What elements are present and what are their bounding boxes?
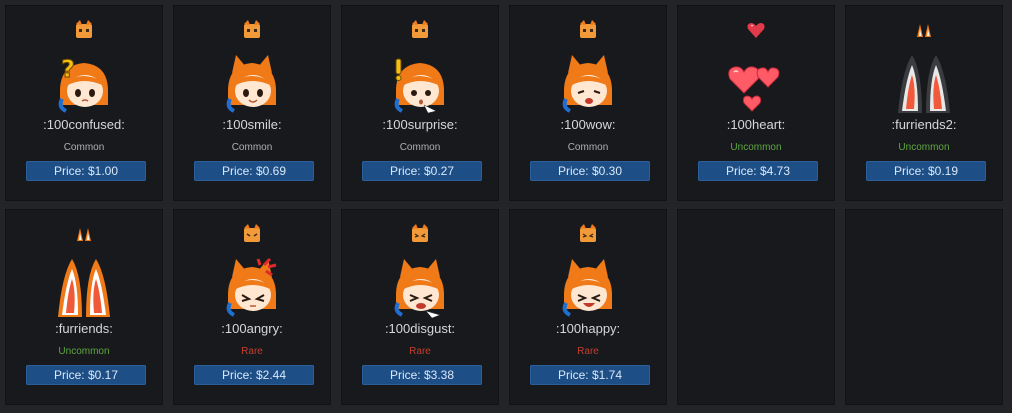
item-card[interactable]: :100angry: Rare Price: $2.44 <box>173 209 331 405</box>
face-thumbnail-icon <box>76 20 92 38</box>
face-thumbnail-icon <box>580 224 596 242</box>
happy-face-icon <box>562 259 612 317</box>
item-name: :100heart: <box>726 117 786 132</box>
item-rarity: Common <box>63 142 105 153</box>
item-name: :100wow: <box>560 117 616 132</box>
empty-slot <box>845 209 1003 405</box>
heart-thumbnail-icon <box>747 23 765 38</box>
face-thumbnail-icon <box>244 20 260 38</box>
price-button[interactable]: Price: $0.30 <box>530 161 650 181</box>
item-name: :furriends: <box>55 321 113 336</box>
item-name: :100happy: <box>555 321 621 336</box>
disgust-face-icon <box>394 259 444 319</box>
item-rarity: Rare <box>577 346 599 357</box>
item-card[interactable]: :100heart: Uncommon Price: $4.73 <box>677 5 835 201</box>
item-name: :furriends2: <box>891 117 957 132</box>
price-button[interactable]: Price: $4.73 <box>698 161 818 181</box>
item-card[interactable]: :furriends2: Uncommon Price: $0.19 <box>845 5 1003 201</box>
fox-ears-icon <box>58 259 110 317</box>
item-rarity: Common <box>567 142 609 153</box>
item-card[interactable]: :furriends: Uncommon Price: $0.17 <box>5 209 163 405</box>
confused-face-icon: ? <box>58 55 108 113</box>
item-card[interactable]: :100happy: Rare Price: $1.74 <box>509 209 667 405</box>
item-rarity: Common <box>231 142 273 153</box>
price-button[interactable]: Price: $1.00 <box>26 161 146 181</box>
angry-face-icon <box>226 257 277 317</box>
svg-text:?: ? <box>61 55 75 83</box>
item-card[interactable]: :100surprise: Common Price: $0.27 <box>341 5 499 201</box>
price-button[interactable]: Price: $0.19 <box>866 161 986 181</box>
item-rarity: Rare <box>241 346 263 357</box>
item-card[interactable]: :100wow: Common Price: $0.30 <box>509 5 667 201</box>
item-rarity: Uncommon <box>730 142 782 153</box>
item-rarity: Rare <box>409 346 431 357</box>
item-rarity: Uncommon <box>58 346 110 357</box>
smile-face-icon <box>226 55 276 113</box>
item-name: :100smile: <box>222 117 282 132</box>
wow-face-icon <box>562 55 612 113</box>
face-thumbnail-icon <box>580 20 596 38</box>
face-thumbnail-icon <box>412 20 428 38</box>
face-thumbnail-icon <box>244 224 260 242</box>
price-button[interactable]: Price: $2.44 <box>194 365 314 385</box>
price-button[interactable]: Price: $0.69 <box>194 161 314 181</box>
item-name: :100surprise: <box>382 117 458 132</box>
fox-ears-icon <box>898 55 950 113</box>
item-rarity: Uncommon <box>898 142 950 153</box>
item-name: :100angry: <box>221 321 283 336</box>
fox-ears-thumbnail-icon <box>917 24 931 37</box>
empty-slot <box>677 209 835 405</box>
hearts-icon <box>728 66 780 112</box>
price-button[interactable]: Price: $1.74 <box>530 365 650 385</box>
item-card[interactable]: ? :100confused: Common Price: $1.00 <box>5 5 163 201</box>
item-card[interactable]: :100smile: Common Price: $0.69 <box>173 5 331 201</box>
surprise-face-icon <box>394 58 444 114</box>
price-button[interactable]: Price: $3.38 <box>362 365 482 385</box>
emote-grid: ? :100confused: Common Price: $1.00 :100… <box>0 0 1012 413</box>
fox-ears-thumbnail-icon <box>77 228 91 241</box>
price-button[interactable]: Price: $0.17 <box>26 365 146 385</box>
price-button[interactable]: Price: $0.27 <box>362 161 482 181</box>
item-card[interactable]: :100disgust: Rare Price: $3.38 <box>341 209 499 405</box>
item-rarity: Common <box>399 142 441 153</box>
face-thumbnail-icon <box>412 224 428 242</box>
item-name: :100disgust: <box>384 321 456 336</box>
item-name: :100confused: <box>43 117 125 132</box>
